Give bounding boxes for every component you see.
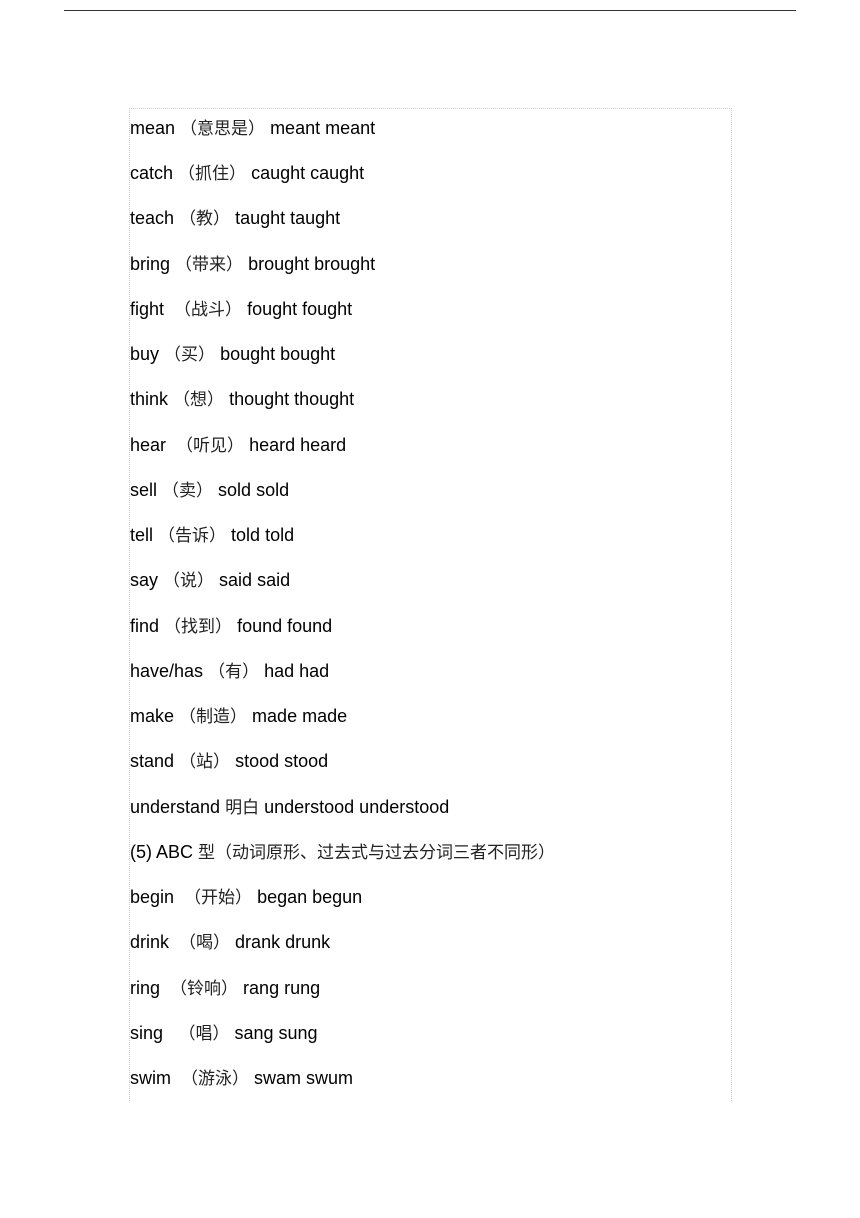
- chinese-meaning: （教）: [179, 209, 231, 230]
- chinese-meaning: 明白: [225, 797, 260, 818]
- verb-entry: sell （卖） sold sold: [130, 479, 289, 502]
- past-forms: drank drunk: [235, 932, 331, 953]
- verb-entry: teach （教） taught taught: [130, 207, 340, 230]
- chinese-meaning: （买）: [164, 345, 216, 366]
- past-forms: taught taught: [235, 208, 341, 229]
- base-form: hear: [130, 434, 172, 455]
- chinese-meaning: （战斗）: [174, 299, 243, 320]
- past-forms: found found: [237, 615, 333, 636]
- base-form: bring: [130, 253, 171, 274]
- verb-entry: bring （带来） brought brought: [130, 253, 375, 276]
- verb-entry: buy （买） bought bought: [130, 343, 335, 366]
- verb-entry: sing （唱） sang sung: [130, 1022, 318, 1045]
- past-forms: meant meant: [270, 118, 376, 138]
- base-form: tell: [130, 525, 154, 546]
- verb-entry: understand 明白 understood understood: [130, 796, 449, 819]
- chinese-meaning: 型（动词原形、过去式与过去分词三者不同形）: [198, 842, 556, 863]
- chinese-meaning: （有）: [208, 661, 260, 682]
- base-form: (5) ABC: [130, 841, 194, 862]
- base-form: fight: [130, 298, 170, 319]
- chinese-meaning: （开始）: [184, 888, 253, 909]
- section-heading: (5) ABC 型（动词原形、过去式与过去分词三者不同形）: [130, 841, 560, 864]
- base-form: drink: [130, 932, 175, 953]
- chinese-meaning: （告诉）: [158, 526, 227, 547]
- past-forms: fought fought: [247, 298, 353, 319]
- verb-entry: find （找到） found found: [130, 615, 332, 638]
- verb-entry: swim （游泳） swam swum: [130, 1067, 353, 1090]
- verb-entry: make （制造） made made: [130, 705, 347, 728]
- past-forms: brought brought: [248, 253, 376, 274]
- chinese-meaning: （制造）: [179, 707, 248, 728]
- base-form: make: [130, 706, 175, 727]
- past-forms: heard heard: [249, 434, 347, 455]
- chinese-meaning: （说）: [163, 571, 215, 592]
- verb-entry: fight （战斗） fought fought: [130, 298, 352, 321]
- chinese-meaning: （想）: [173, 390, 225, 411]
- past-forms: told told: [231, 525, 295, 546]
- header-rule: [64, 10, 796, 11]
- base-form: swim: [130, 1068, 176, 1089]
- past-forms: swam swum: [254, 1068, 354, 1089]
- past-forms: began begun: [257, 887, 363, 908]
- base-form: say: [130, 570, 159, 591]
- base-form: sell: [130, 479, 158, 500]
- chinese-meaning: （喝）: [179, 933, 231, 954]
- base-form: stand: [130, 751, 175, 772]
- base-form: teach: [130, 208, 175, 229]
- chinese-meaning: （带来）: [175, 254, 244, 275]
- past-forms: caught caught: [251, 163, 365, 184]
- base-form: ring: [130, 977, 166, 998]
- base-form: begin: [130, 887, 180, 908]
- verb-entry: drink （喝） drank drunk: [130, 931, 330, 954]
- chinese-meaning: （唱）: [173, 1023, 230, 1044]
- base-form: mean: [130, 118, 176, 138]
- past-forms: bought bought: [220, 344, 336, 365]
- base-form: have/has: [130, 660, 204, 681]
- verb-entry: tell （告诉） told told: [130, 524, 294, 547]
- chinese-meaning: （游泳）: [181, 1069, 250, 1090]
- chinese-meaning: （卖）: [162, 480, 214, 501]
- chinese-meaning: （抓住）: [178, 164, 247, 185]
- base-form: sing: [130, 1022, 169, 1043]
- base-form: find: [130, 615, 160, 636]
- past-forms: made made: [252, 706, 348, 727]
- base-form: think: [130, 389, 169, 410]
- verb-entry: begin （开始） began begun: [130, 886, 362, 909]
- base-form: understand: [130, 796, 221, 817]
- base-form: catch: [130, 163, 174, 184]
- past-forms: thought thought: [229, 389, 355, 410]
- chinese-meaning: （意思是）: [180, 119, 266, 139]
- past-forms: understood understood: [264, 796, 450, 817]
- base-form: buy: [130, 344, 160, 365]
- verb-entry: say （说） said said: [130, 569, 290, 592]
- past-forms: sang sung: [234, 1022, 318, 1043]
- chinese-meaning: （站）: [179, 752, 231, 773]
- verb-entry: hear （听见） heard heard: [130, 434, 346, 457]
- verb-entry: think （想） thought thought: [130, 388, 354, 411]
- chinese-meaning: （铃响）: [170, 978, 239, 999]
- verb-entry: have/has （有） had had: [130, 660, 329, 683]
- verb-entry: mean （意思是） meant meant: [130, 117, 375, 140]
- past-forms: had had: [264, 660, 330, 681]
- past-forms: stood stood: [235, 751, 329, 772]
- verb-entry: catch （抓住） caught caught: [130, 162, 364, 185]
- past-forms: said said: [219, 570, 291, 591]
- past-forms: sold sold: [218, 479, 290, 500]
- verb-entry: stand （站） stood stood: [130, 750, 328, 773]
- chinese-meaning: （找到）: [164, 616, 233, 637]
- chinese-meaning: （听见）: [176, 435, 245, 456]
- past-forms: rang rung: [243, 977, 321, 998]
- verb-entry: ring （铃响） rang rung: [130, 977, 320, 1000]
